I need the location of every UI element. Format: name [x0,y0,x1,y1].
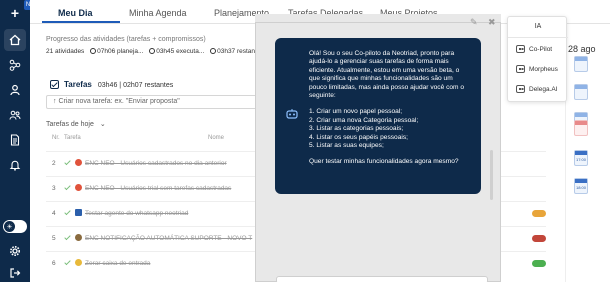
row-number: 5 [52,235,56,242]
check-icon[interactable] [64,159,71,166]
col-header-name: Nome [208,135,225,141]
sun-icon: ☀ [4,221,15,232]
check-icon[interactable] [64,184,71,191]
row-number: 2 [52,160,56,167]
task-title: Testar agente do whatsapp neotriad [85,210,189,217]
chat-item: 4. Listar os seus papéis pessoais; [309,133,408,141]
logout-icon[interactable] [4,262,26,282]
status-badge [532,235,546,242]
remaining-time: 03h37 restant [210,48,257,55]
chat-item: 2. Criar uma nova Categoria pessoal; [309,116,419,124]
ia-menu-title: IA [534,23,542,30]
chevron-down-icon: ⌄ [99,121,106,128]
clock-icon [90,48,97,54]
bell-icon[interactable] [4,154,26,176]
left-sidebar: + N ☀ [0,0,32,282]
chat-question: Quer testar minhas funcionalidades agora… [309,158,459,166]
row-number: 6 [52,260,56,267]
home-icon[interactable] [4,29,26,51]
add-button[interactable]: + [4,2,26,24]
check-icon[interactable] [64,259,71,266]
robot-icon [286,109,298,119]
activities-count: 21 atividades [46,48,85,55]
check-icon[interactable] [64,209,71,216]
tasks-title: Tarefas [64,80,92,89]
col-header-no: Nr. [52,135,60,141]
active-tab-indicator [42,21,120,23]
calendar-event-icon[interactable]: 18:00 [574,178,588,194]
col-header-task: Tarefa [64,135,81,141]
status-badge [532,210,546,217]
bell-icon [75,259,82,266]
phone-icon [75,209,82,216]
tab-minha-agenda[interactable]: Minha Agenda [129,8,187,18]
robot-icon [516,45,525,53]
tasks-header: Tarefas 03h46 | 02h07 restantes [50,80,173,89]
calendar-event-icon[interactable]: 17:00 [574,150,588,166]
chat-scrollbar[interactable] [490,150,493,200]
priority-icon [75,184,82,191]
calendar-event-icon[interactable] [574,84,588,100]
status-badge [532,260,546,267]
user-icon[interactable] [4,79,26,101]
calendar-strip: 17:00 18:00 [565,24,610,282]
check-icon[interactable] [64,234,71,241]
progress-stats: 21 atividades 07h06 planeja... 03h45 exe… [46,48,261,55]
network-icon[interactable] [4,54,26,76]
chat-greeting: Olá! Sou o seu Co-piloto da Neotriad, pr… [309,50,465,100]
priority-icon [75,159,82,166]
row-number: 3 [52,185,56,192]
new-task-input[interactable]: ↑ Criar nova tarefa: ex. "Enviar propost… [46,95,272,109]
task-title: ENC NEO - Usuários trial sem tarefas cad… [85,185,232,192]
chat-input[interactable] [276,276,488,282]
document-icon[interactable] [4,129,26,151]
ia-menu: IA Co-Pilot Morpheus Delega.AI [507,16,568,102]
close-icon[interactable]: ✖ [488,17,496,28]
calendar-date: 28 ago [568,44,596,54]
robot-icon [516,85,525,93]
calendar-event-icon[interactable] [574,120,588,136]
task-title: ENC NEO - Usuários cadastrados no dia an… [85,160,227,167]
chat-item: 5. Listar as suas equipes; [309,142,384,150]
row-number: 4 [52,210,56,217]
executed-time: 03h45 executa... [149,48,204,55]
task-title: Zerar caixa de entrada [85,260,151,267]
divider [508,37,568,38]
chat-item: 3. Listar as categorias pessoais; [309,125,404,133]
task-title: ENC NOTIFICAÇÃO AUTOMÁTICA SUPORTE - NOV… [85,235,253,242]
team-icon[interactable] [4,104,26,126]
chat-item: 1. Criar um novo papel pessoal; [309,108,403,116]
clock-icon [149,48,156,54]
menu-item-co-pilot[interactable]: Co-Pilot [516,45,552,53]
robot-icon [516,65,525,73]
tasks-times: 03h46 | 02h07 restantes [97,82,174,89]
chat-message: Olá! Sou o seu Co-piloto da Neotriad, pr… [275,38,481,194]
tools-icon [75,234,82,241]
eraser-icon[interactable]: ✎ [470,17,478,28]
checkbox-icon [50,80,59,89]
tab-meu-dia[interactable]: Meu Dia [58,8,93,18]
theme-toggle[interactable]: ☀ [3,220,27,233]
menu-item-morpheus[interactable]: Morpheus [516,65,558,73]
today-tasks-label[interactable]: Tarefas de hoje ⌄ [46,120,106,128]
planned-time: 07h06 planeja... [90,48,143,55]
progress-title: Progresso das atividades (tarefas + comp… [46,36,206,43]
settings-gear-icon[interactable] [4,240,26,262]
menu-item-delega-ai[interactable]: Delega.AI [516,85,558,93]
clock-icon [210,48,217,54]
calendar-event-icon[interactable] [574,56,588,72]
